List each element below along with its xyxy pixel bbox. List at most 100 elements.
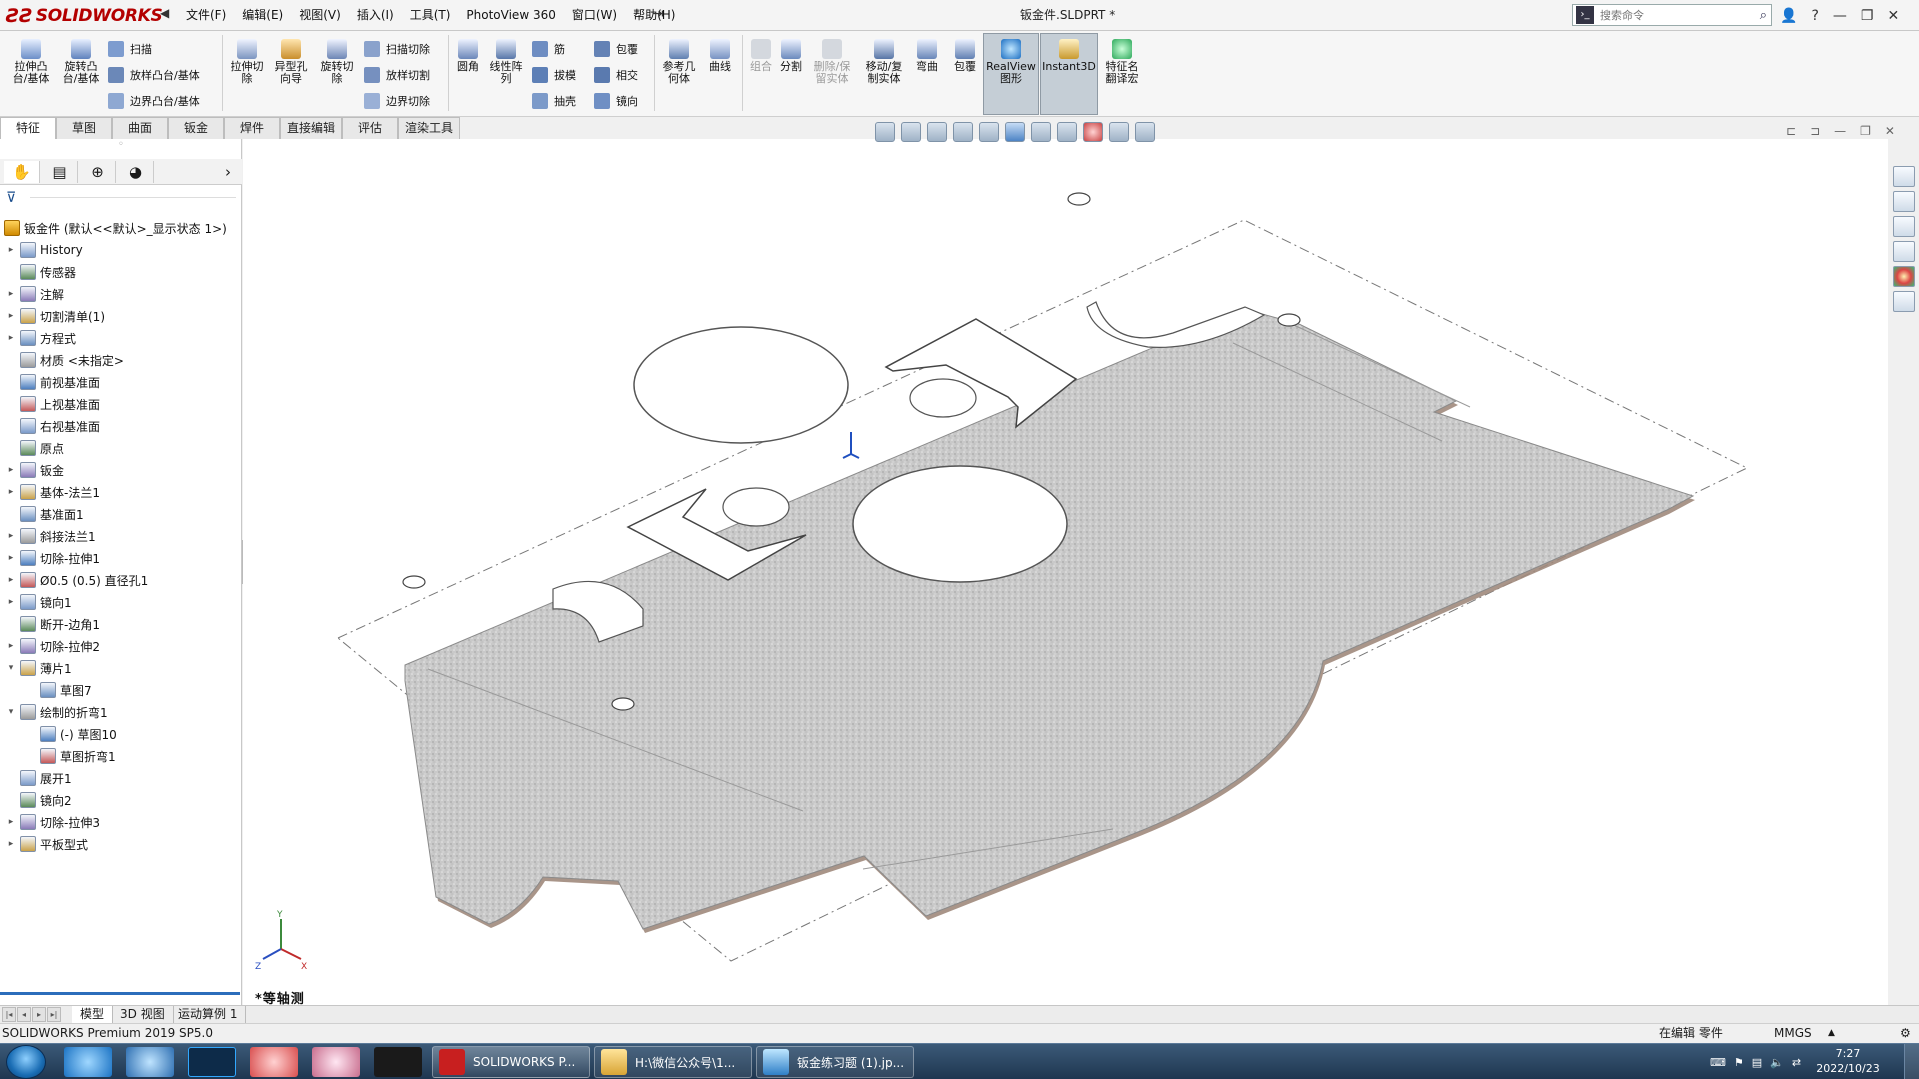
tab-3d-view[interactable]: 3D 视图 — [112, 1006, 174, 1023]
search-input[interactable] — [1600, 8, 1760, 22]
fillet-button[interactable]: 圆角 — [452, 39, 484, 73]
design-library-icon[interactable] — [1892, 191, 1915, 212]
revolve-cut-button[interactable]: 旋转切 除 — [316, 39, 358, 85]
flag-icon[interactable]: ⚑ — [1734, 1056, 1744, 1069]
tree-expand-icon[interactable]: ▸ — [6, 465, 16, 475]
more-tabs-icon[interactable]: › — [218, 161, 238, 183]
tree-node[interactable]: 草图7 — [0, 679, 242, 701]
reference-geometry-button[interactable]: 参考几 何体 — [658, 39, 700, 85]
tree-expand-icon[interactable]: ▸ — [6, 641, 16, 651]
tree-node[interactable]: 材质 <未指定> — [0, 349, 242, 371]
taskbar-image-viewer[interactable]: 钣金练习题 (1).jp... — [756, 1046, 914, 1078]
sheet-metal-part[interactable] — [402, 192, 1695, 930]
draft-button[interactable]: 拔模 — [532, 65, 576, 85]
tree-node[interactable]: 右视基准面 — [0, 415, 242, 437]
tree-node[interactable]: 基准面1 — [0, 503, 242, 525]
display-manager-tab-icon[interactable]: ◕ — [118, 161, 154, 183]
filter-icon[interactable]: ⊽ — [6, 190, 16, 206]
tree-node[interactable]: ▸ 基体-法兰1 — [0, 481, 242, 503]
photoshop-icon[interactable] — [188, 1047, 236, 1077]
tree-expand-icon[interactable]: ▸ — [6, 333, 16, 343]
viewport-restore-icon[interactable]: ❐ — [1860, 124, 1871, 138]
pin-menu-icon[interactable]: ⇥ — [652, 6, 664, 22]
tab-surfaces[interactable]: 曲面 — [112, 117, 168, 139]
tree-node[interactable]: 传感器 — [0, 261, 242, 283]
system-clock[interactable]: 7:27 2022/10/23 — [1808, 1046, 1888, 1076]
tree-node[interactable]: (-) 草图10 — [0, 723, 242, 745]
menu-tools[interactable]: 工具(T) — [402, 0, 459, 31]
instant3d-button[interactable]: Instant3D — [1040, 39, 1098, 73]
tab-sketch[interactable]: 草图 — [56, 117, 112, 139]
tree-expand-icon[interactable]: ▸ — [6, 311, 16, 321]
rollback-bar[interactable] — [0, 992, 240, 995]
tree-node[interactable]: 上视基准面 — [0, 393, 242, 415]
swept-cut-button[interactable]: 扫描切除 — [364, 39, 430, 59]
tree-node[interactable]: ▸ 切除-拉伸1 — [0, 547, 242, 569]
view-palette-icon[interactable] — [1892, 241, 1915, 262]
tab-features[interactable]: 特征 — [0, 117, 56, 139]
tree-expand-icon[interactable]: ▸ — [6, 839, 16, 849]
tree-node[interactable]: 前视基准面 — [0, 371, 242, 393]
tree-node[interactable]: 展开1 — [0, 767, 242, 789]
linear-pattern-button[interactable]: 线性阵 列 — [486, 39, 526, 85]
mirror-button[interactable]: 镜向 — [594, 91, 638, 111]
panel-grip[interactable]: ◦ — [0, 139, 242, 159]
tab-render-tools[interactable]: 渲染工具 — [398, 117, 460, 139]
tree-node[interactable]: 草图折弯1 — [0, 745, 242, 767]
restore-icon[interactable]: ❐ — [1861, 8, 1874, 24]
tab-direct-edit[interactable]: 直接编辑 — [280, 117, 342, 139]
hole-wizard-button[interactable]: 异型孔 向导 — [270, 39, 312, 85]
tree-node[interactable]: 镜向2 — [0, 789, 242, 811]
close-icon[interactable]: ✕ — [1887, 8, 1899, 24]
tree-node[interactable]: ▸ 切除-拉伸2 — [0, 635, 242, 657]
menu-window[interactable]: 窗口(W) — [564, 0, 625, 31]
model-canvas[interactable]: Y X Z — [243, 139, 1888, 1005]
viewport-close-icon[interactable]: ✕ — [1885, 124, 1895, 138]
tree-node[interactable]: ▸ 方程式 — [0, 327, 242, 349]
tree-node[interactable]: ▸ 切除-拉伸3 — [0, 811, 242, 833]
tree-node[interactable]: ▸ 钣金 — [0, 459, 242, 481]
volume-icon[interactable]: 🔈 — [1770, 1056, 1784, 1069]
combine-button[interactable]: 组合 — [746, 39, 776, 73]
feature-translate-button[interactable]: 特征名 翻译宏 — [1100, 39, 1144, 85]
tree-node[interactable]: ▸ 注解 — [0, 283, 242, 305]
user-icon[interactable]: 👤 — [1780, 8, 1797, 24]
menu-view[interactable]: 视图(V) — [291, 0, 349, 31]
view-orientation-icon[interactable] — [1005, 122, 1025, 142]
view-triad[interactable]: Y X Z — [255, 910, 307, 972]
tree-node[interactable]: ▸ 镜向1 — [0, 591, 242, 613]
section-view-icon[interactable] — [953, 122, 973, 142]
graphics-area[interactable]: Y X Z — [243, 139, 1888, 1005]
appearances-icon[interactable] — [1892, 266, 1915, 287]
keyboard-icon[interactable]: ⌨ — [1710, 1056, 1726, 1069]
pinned-app-icon[interactable] — [64, 1047, 112, 1077]
lofted-cut-button[interactable]: 放样切割 — [364, 65, 430, 85]
tree-node[interactable]: ▸ 平板型式 — [0, 833, 242, 855]
tree-expand-icon[interactable]: ▸ — [6, 575, 16, 585]
tree-expand-icon[interactable]: ▸ — [6, 553, 16, 563]
next-tab-icon[interactable]: ▸ — [32, 1007, 46, 1022]
viewport-minimize-icon[interactable]: — — [1834, 124, 1846, 138]
tree-expand-icon[interactable]: ▸ — [6, 817, 16, 827]
tab-sheet-metal[interactable]: 钣金 — [168, 117, 224, 139]
screenshot-tool-icon[interactable] — [312, 1047, 360, 1077]
sweep-button[interactable]: 扫描 — [108, 39, 152, 59]
menu-file[interactable]: 文件(F) — [178, 0, 234, 31]
solidworks-logo[interactable]: ƧƧ SOLIDWORKS — [6, 3, 163, 28]
prev-tab-icon[interactable]: ◂ — [17, 1007, 31, 1022]
unit-dropdown-icon[interactable]: ▲ — [1828, 1024, 1835, 1043]
tab-model[interactable]: 模型 — [72, 1006, 114, 1023]
tree-node[interactable]: ▸ History — [0, 239, 242, 261]
tree-node[interactable]: ▾ 薄片1 — [0, 657, 242, 679]
hide-show-items-icon[interactable] — [1057, 122, 1077, 142]
minimize-icon[interactable]: — — [1833, 8, 1847, 24]
file-explorer-icon[interactable] — [1892, 216, 1915, 237]
tab-weldments[interactable]: 焊件 — [224, 117, 280, 139]
tree-expand-icon[interactable]: ▾ — [6, 663, 16, 673]
boundary-cut-button[interactable]: 边界切除 — [364, 91, 430, 111]
property-manager-tab-icon[interactable]: ▤ — [42, 161, 78, 183]
show-desktop-button[interactable] — [1904, 1044, 1919, 1079]
tree-expand-icon[interactable]: ▸ — [6, 487, 16, 497]
tree-node[interactable]: 原点 — [0, 437, 242, 459]
network-icon[interactable]: ▤ — [1752, 1056, 1762, 1069]
